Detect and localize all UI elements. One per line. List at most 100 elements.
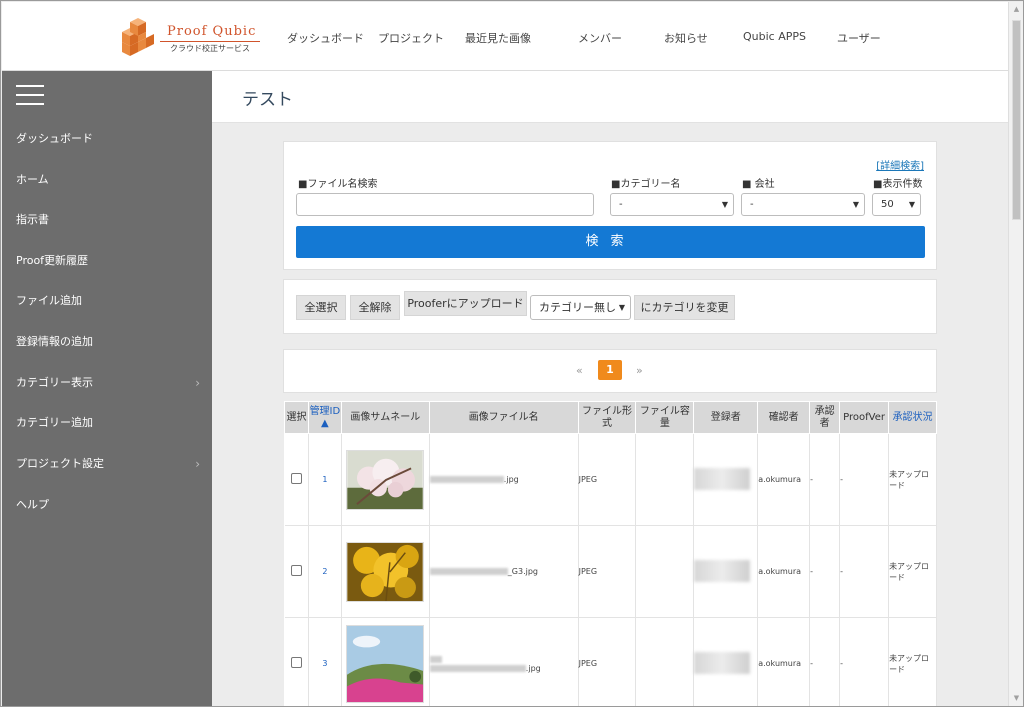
row-confirmer: a.okumura	[757, 617, 811, 706]
search-button[interactable]: 検索	[296, 226, 925, 258]
search-panel: [詳細検索] ■ファイル名検索 ■カテゴリー名 - ▼ ■ 会社 - ▼ ■表示件数…	[283, 141, 937, 270]
sidebar-item-category-add[interactable]: カテゴリー追加	[16, 413, 202, 433]
display-count-select[interactable]: 50 ▼	[872, 193, 921, 216]
pagination-next[interactable]: »	[636, 364, 643, 377]
col-filename: 画像ファイル名	[428, 401, 579, 434]
scroll-down-icon[interactable]: ▼	[1009, 691, 1023, 706]
deselect-all-button[interactable]: 全解除	[350, 295, 400, 320]
display-count-value: 50	[881, 199, 894, 210]
chevron-right-icon: ›	[195, 457, 200, 471]
table-row: 2 _G3.jpg JPEG a.okumura - - 未アップロード	[284, 525, 937, 618]
scroll-up-icon[interactable]: ▲	[1009, 2, 1023, 17]
sidebar-item-home[interactable]: ホーム	[16, 170, 202, 190]
sidebar-item-proof-history[interactable]: Proof更新履歴	[16, 251, 202, 271]
sidebar-item-add-registration[interactable]: 登録情報の追加	[16, 332, 202, 352]
col-proofver: ProofVer	[839, 401, 890, 434]
topnav-user[interactable]: ユーザー	[837, 30, 881, 46]
pagination-current-page[interactable]: 1	[598, 360, 622, 380]
filename-suffix: .jpg	[525, 663, 541, 673]
category-change-value: カテゴリー無し	[539, 301, 616, 314]
sidebar-item-category-view[interactable]: カテゴリー表示 ›	[16, 373, 202, 393]
row-thumbnail-cell	[341, 433, 430, 526]
company-label: ■ 会社	[742, 179, 775, 190]
col-approval-status[interactable]: 承認状況	[888, 401, 937, 434]
top-header: Proof Qubic クラウド校正サービス ダッシュボード プロジェクト 最近…	[2, 2, 1008, 71]
dropdown-arrow-icon: ▼	[852, 200, 859, 209]
sidebar-item-dashboard[interactable]: ダッシュボード	[16, 129, 202, 149]
actions-panel: 全選択 全解除 Prooferにアップロード カテゴリー無し ▼ にカテゴリを変更	[283, 279, 937, 334]
cube-logo-icon	[122, 18, 154, 56]
col-registrant: 登録者	[693, 401, 759, 434]
pagination-prev[interactable]: «	[576, 364, 583, 377]
row-select-cell	[284, 433, 309, 526]
page-title: テスト	[242, 90, 293, 110]
col-id-sort[interactable]: 管理ID ▲	[307, 401, 342, 434]
topnav-members[interactable]: メンバー	[578, 30, 622, 46]
dropdown-arrow-icon: ▼	[908, 200, 915, 209]
row-id[interactable]: 1	[308, 433, 342, 526]
vertical-scrollbar[interactable]: ▲ ▼	[1008, 2, 1023, 706]
scroll-thumb[interactable]	[1012, 20, 1021, 220]
table-row: 1 .jpg JPEG a.okumura - - 未アップロード	[284, 433, 937, 526]
row-id[interactable]: 3	[308, 617, 342, 706]
brand-logo[interactable]: Proof Qubic クラウド校正サービス	[120, 16, 265, 60]
row-filename: .jpg	[429, 617, 579, 706]
filename-search-input[interactable]	[296, 193, 594, 216]
sidebar-item-label: プロジェクト設定	[16, 457, 104, 470]
row-select-cell	[284, 525, 309, 618]
thumbnail-cherry-blossom[interactable]	[346, 449, 425, 510]
brand-underline	[160, 41, 260, 42]
topnav-project[interactable]: プロジェクト	[378, 30, 444, 46]
row-filename: _G3.jpg	[429, 525, 579, 618]
company-select[interactable]: - ▼	[741, 193, 865, 216]
sidebar-item-add-file[interactable]: ファイル追加	[16, 291, 202, 311]
thumbnail-yellow-flowers[interactable]	[346, 541, 425, 602]
row-approver: -	[809, 617, 841, 706]
brand-name: Proof Qubic	[167, 24, 257, 39]
category-change-select[interactable]: カテゴリー無し ▼	[530, 295, 631, 320]
brand-subtitle: クラウド校正サービス	[170, 44, 250, 53]
hamburger-menu-icon[interactable]	[16, 85, 44, 105]
row-proofver: -	[839, 433, 890, 526]
row-registrant	[693, 433, 759, 526]
row-id[interactable]: 2	[308, 525, 342, 618]
row-format: JPEG	[578, 525, 637, 618]
chevron-right-icon: ›	[195, 376, 200, 390]
topnav-dashboard[interactable]: ダッシュボード	[287, 30, 364, 46]
redacted-text	[429, 568, 508, 575]
row-checkbox[interactable]	[290, 565, 302, 576]
table-row: 3 .jpg JPEG a.okumura - - 未アップロード	[284, 617, 937, 706]
filename-suffix: .jpg	[503, 475, 519, 484]
row-checkbox[interactable]	[290, 473, 302, 484]
col-approver: 承認者	[809, 401, 841, 434]
row-approver: -	[809, 433, 841, 526]
row-filename: .jpg	[429, 433, 579, 526]
col-thumbnail: 画像サムネール	[340, 401, 430, 434]
thumbnail-hill-flowers[interactable]	[346, 624, 425, 703]
table-header-row: 選択 管理ID ▲ 画像サムネール 画像ファイル名 ファイル形式 ファイル容量 …	[284, 401, 937, 434]
sidebar-item-label: ファイル追加	[16, 294, 82, 307]
topnav-qubic-apps[interactable]: Qubic APPS	[743, 30, 806, 43]
display-count-label: ■表示件数	[873, 179, 923, 190]
row-registrant	[693, 525, 759, 618]
topnav-news[interactable]: お知らせ	[664, 30, 708, 46]
filename-suffix: _G3.jpg	[507, 567, 539, 576]
col-select: 選択	[284, 401, 309, 434]
sidebar-item-label: ダッシュボード	[16, 132, 93, 145]
row-checkbox[interactable]	[290, 657, 302, 668]
advanced-search-link[interactable]: [詳細検索]	[876, 157, 924, 172]
sidebar-item-help[interactable]: ヘルプ	[16, 495, 202, 515]
row-approver: -	[809, 525, 841, 618]
sidebar: ダッシュボード ホーム 指示書 Proof更新履歴 ファイル追加 登録情報の追加…	[2, 71, 212, 706]
upload-to-proofer-button[interactable]: Prooferにアップロード	[404, 291, 527, 316]
sidebar-item-project-settings[interactable]: プロジェクト設定 ›	[16, 454, 202, 474]
topnav-recent-images[interactable]: 最近見た画像	[465, 30, 531, 46]
sidebar-item-label: カテゴリー追加	[16, 416, 93, 429]
redacted-registrant	[694, 467, 751, 490]
change-category-button[interactable]: にカテゴリを変更	[634, 295, 735, 320]
sidebar-item-instructions[interactable]: 指示書	[16, 210, 202, 230]
select-all-button[interactable]: 全選択	[296, 295, 346, 320]
row-proofver: -	[839, 617, 890, 706]
redacted-text	[429, 476, 504, 483]
category-select[interactable]: - ▼	[610, 193, 734, 216]
